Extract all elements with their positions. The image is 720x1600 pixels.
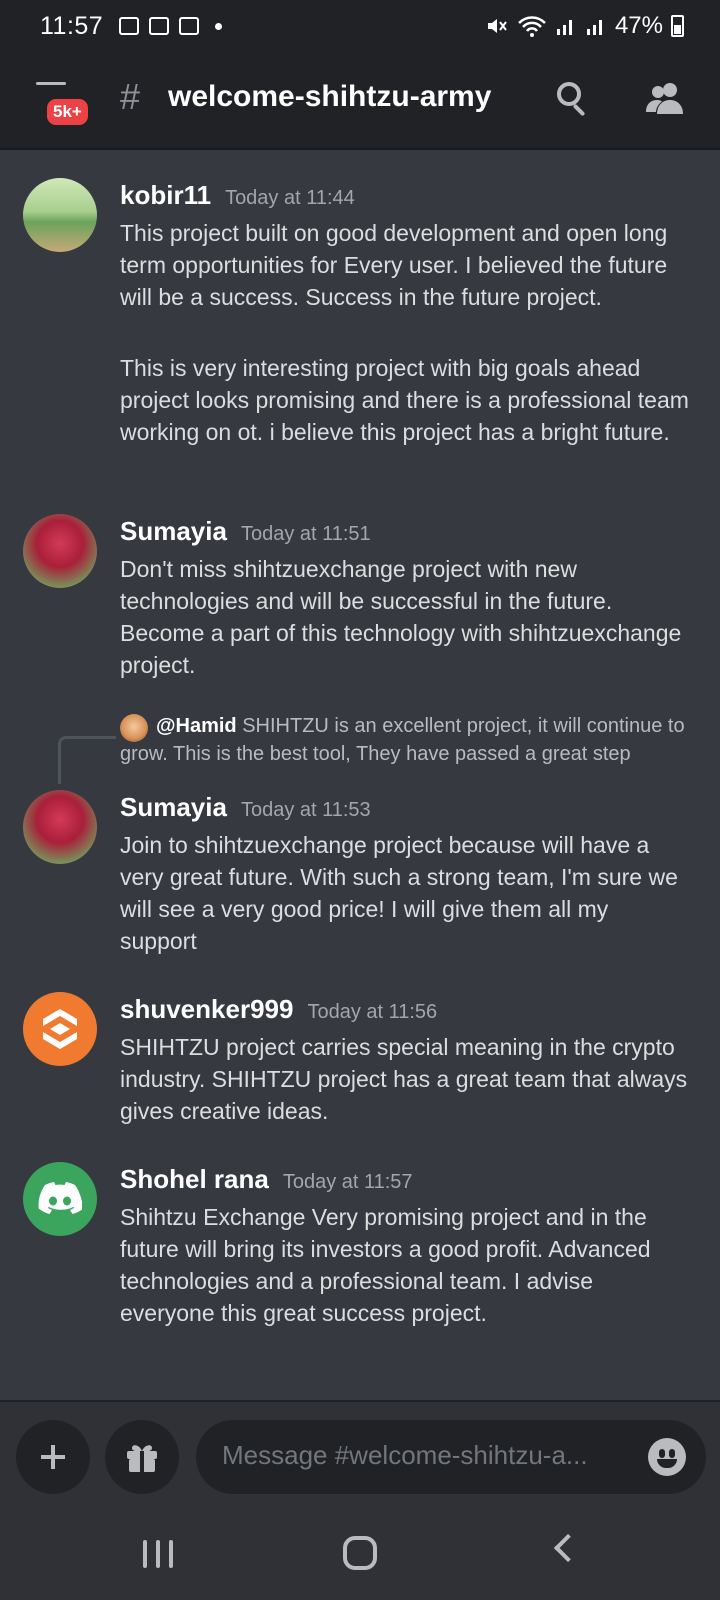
message-timestamp: Today at 11:51 <box>240 523 371 545</box>
message-text: Shihtzu Exchange Very promising project … <box>120 1204 651 1326</box>
channel-title[interactable]: welcome-shihtzu-army <box>168 80 491 114</box>
reply-mention[interactable]: @Hamid <box>156 715 237 737</box>
hash-icon: # <box>120 76 141 117</box>
message-author[interactable]: shuvenker999 Today at 11:56 <box>120 994 437 1025</box>
shuvenker-logo-icon <box>43 1009 77 1049</box>
message-composer: Message #welcome-shihtzu-a... <box>0 1400 720 1508</box>
channel-header: 5k+ # welcome-shihtzu-army <box>0 52 720 150</box>
message-input-placeholder: Message #welcome-shihtzu-a... <box>222 1440 588 1470</box>
search-icon[interactable] <box>557 82 591 117</box>
gift-icon <box>127 1445 157 1472</box>
gift-button[interactable] <box>105 1420 179 1494</box>
more-notifications-icon <box>215 22 223 30</box>
message-timestamp: Today at 11:44 <box>225 187 355 209</box>
gallery-notification-icon <box>119 17 140 35</box>
status-time: 11:57 <box>40 11 104 40</box>
signal-icon-1 <box>556 20 572 35</box>
avatar[interactable] <box>23 178 97 252</box>
discord-logo-icon <box>38 1182 82 1214</box>
message-author[interactable]: Sumayia Today at 11:53 <box>120 792 371 823</box>
signal-icon-2 <box>586 20 602 35</box>
status-bar: 11:57 47% <box>0 0 720 52</box>
avatar[interactable] <box>23 514 97 588</box>
message-author[interactable]: Shohel rana Today at 11:57 <box>120 1164 413 1195</box>
author-name[interactable]: Sumayia <box>120 516 227 546</box>
mute-icon <box>487 19 507 33</box>
battery-percentage: 47% <box>614 12 663 39</box>
reply-connector <box>58 736 116 784</box>
system-indicators: 47% <box>485 12 684 40</box>
avatar[interactable] <box>23 790 97 864</box>
wifi-icon <box>518 16 546 37</box>
members-icon[interactable] <box>645 80 685 116</box>
gmail-notification-icon <box>149 17 170 35</box>
author-name[interactable]: Shohel rana <box>120 1164 269 1194</box>
back-icon[interactable] <box>553 1533 583 1563</box>
message-text: Join to shihtzuexchange project because … <box>120 832 678 954</box>
message-text: SHIHTZU project carries special meaning … <box>120 1034 688 1124</box>
news-notification-icon <box>179 17 200 35</box>
message-list[interactable]: kobir11 Today at 11:44 This project built… <box>0 150 720 1400</box>
recent-apps-icon[interactable] <box>143 1540 173 1568</box>
message-text: Don't miss shihtzuexchange project with … <box>120 556 682 678</box>
reply-preview[interactable]: @Hamid SHIHTZU is an excellent project, … <box>120 712 690 768</box>
battery-icon <box>671 15 684 37</box>
attach-button[interactable] <box>16 1420 90 1494</box>
author-name[interactable]: kobir11 <box>120 180 211 210</box>
menu-icon <box>36 82 66 85</box>
message-author[interactable]: Sumayia Today at 11:51 <box>120 516 371 547</box>
notification-icons <box>119 17 223 35</box>
author-name[interactable]: Sumayia <box>120 792 227 822</box>
unread-badge: 5k+ <box>44 96 91 128</box>
message-author[interactable]: kobir11 Today at 11:44 <box>120 180 355 211</box>
message-timestamp: Today at 11:53 <box>240 799 371 821</box>
system-navigation-bar <box>0 1508 720 1600</box>
emoji-icon[interactable] <box>648 1438 686 1476</box>
menu-button[interactable]: 5k+ <box>34 82 94 128</box>
message-timestamp: Today at 11:56 <box>307 1001 438 1023</box>
message-text: This is very interesting project with bi… <box>120 355 689 445</box>
avatar[interactable] <box>23 1162 97 1236</box>
message-input[interactable]: Message #welcome-shihtzu-a... <box>196 1420 706 1494</box>
avatar[interactable] <box>23 992 97 1066</box>
message-timestamp: Today at 11:57 <box>282 1171 413 1193</box>
plus-icon <box>41 1445 65 1469</box>
message-text: This project built on good development a… <box>120 220 668 310</box>
author-name[interactable]: shuvenker999 <box>120 994 293 1024</box>
home-icon[interactable] <box>343 1536 377 1570</box>
